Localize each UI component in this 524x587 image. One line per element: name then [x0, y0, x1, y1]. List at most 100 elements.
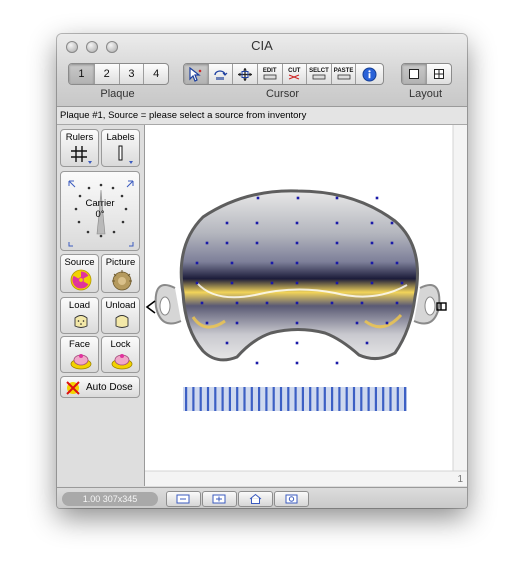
- labels-button[interactable]: Labels: [101, 129, 140, 167]
- cia-window: CIA 1 2 3 4 Plaque EDIT CUT SELCT PASTE …: [57, 34, 467, 508]
- seed-dot: [230, 281, 234, 285]
- load-label: Load: [68, 300, 91, 311]
- seed-dot: [330, 301, 334, 305]
- seed-dot: [335, 221, 339, 225]
- home-button[interactable]: [238, 491, 273, 507]
- seed-dot: [385, 321, 389, 325]
- ruler-tick: [323, 387, 326, 411]
- move-tool[interactable]: [233, 64, 258, 84]
- single-view-icon: [409, 69, 419, 79]
- zoom-info: 1.00 307x345: [62, 492, 158, 506]
- seed-dot: [370, 261, 374, 265]
- zoom-in-button[interactable]: [202, 491, 237, 507]
- seed-dot: [270, 281, 274, 285]
- seed-dot: [225, 341, 229, 345]
- lock-button[interactable]: Lock: [101, 336, 140, 373]
- ruler-tick: [214, 387, 217, 411]
- paste-tool[interactable]: PASTE: [332, 64, 357, 84]
- ruler-tick: [316, 387, 319, 411]
- plaque-selector: 1 2 3 4: [68, 63, 169, 85]
- rulers-button[interactable]: Rulers: [60, 129, 99, 167]
- plaque-canvas[interactable]: 1: [145, 125, 467, 486]
- radiation-icon: [70, 269, 92, 291]
- rulers-label: Rulers: [65, 132, 94, 143]
- ruler-tick: [389, 387, 392, 411]
- rotate-icon: [214, 69, 228, 80]
- edit-tool[interactable]: EDIT: [258, 64, 283, 84]
- seed-dot: [235, 321, 239, 325]
- ruler-tick: [243, 387, 246, 411]
- seed-dot: [375, 196, 379, 200]
- ruler-tick: [221, 387, 224, 411]
- horizontal-gutter: [145, 471, 467, 486]
- ruler-tick: [360, 387, 363, 411]
- seed-dot: [265, 301, 269, 305]
- plaque-tab-4[interactable]: 4: [144, 64, 168, 84]
- plaque-tab-1[interactable]: 1: [69, 64, 95, 84]
- scissors-icon: [289, 74, 300, 80]
- face-button[interactable]: Face: [60, 336, 99, 373]
- ruler-tick: [258, 387, 261, 411]
- pointer-tool[interactable]: [184, 64, 209, 84]
- home-icon: [249, 493, 262, 504]
- rotate-tool[interactable]: [209, 64, 234, 84]
- seed-dot: [370, 241, 374, 245]
- cursor-group-label: Cursor: [265, 88, 299, 100]
- plaque-mini-icon: [337, 74, 350, 80]
- fit-view-button[interactable]: [274, 491, 309, 507]
- seed-dot: [295, 341, 299, 345]
- unload-plaque-icon: [115, 315, 129, 328]
- seed-dot: [205, 241, 209, 245]
- zoom-out-button[interactable]: [166, 491, 201, 507]
- info-icon: [362, 67, 377, 81]
- lock-icon: [111, 354, 133, 370]
- seed-dot: [400, 281, 404, 285]
- seed-dot: [370, 221, 374, 225]
- auto-dose-button[interactable]: Auto Dose: [60, 376, 140, 398]
- zoom-out-icon: [176, 494, 190, 504]
- picture-button[interactable]: Picture: [101, 254, 140, 293]
- seed-dot: [335, 361, 339, 365]
- load-button[interactable]: Load: [60, 297, 99, 334]
- seed-dot: [295, 281, 299, 285]
- face-icon: [70, 354, 92, 370]
- lock-label: Lock: [110, 339, 131, 350]
- info-tool[interactable]: [356, 64, 383, 84]
- seed-dot: [295, 321, 299, 325]
- cursor-tools: EDIT CUT SELCT PASTE: [183, 63, 384, 85]
- ruler-tick: [367, 387, 370, 411]
- seed-dot: [295, 241, 299, 245]
- eye-picture-icon: [112, 270, 132, 291]
- ruler-tick: [250, 387, 253, 411]
- fit-view-icon: [285, 494, 298, 504]
- seed-dot: [256, 196, 260, 200]
- carrier-dial[interactable]: Carrier 0°: [60, 171, 140, 251]
- source-button[interactable]: Source: [60, 254, 99, 293]
- unload-button[interactable]: Unload: [101, 297, 140, 334]
- ruler-tick: [352, 387, 356, 411]
- seed-dot: [255, 241, 259, 245]
- ruler-strip: [183, 387, 407, 411]
- layout-single-button[interactable]: [402, 64, 427, 84]
- ruler-tick: [309, 387, 312, 411]
- zoom-in-icon: [212, 494, 226, 504]
- layout-selector: [401, 63, 452, 85]
- seed-dot: [335, 196, 339, 200]
- unload-label: Unload: [105, 300, 136, 311]
- pointer-icon: [189, 66, 202, 82]
- vertical-gutter: [453, 125, 467, 486]
- auto-dose-label: Auto Dose: [86, 382, 133, 393]
- page-number: 1: [457, 474, 463, 485]
- source-label: Source: [64, 257, 95, 268]
- plaque-tab-2[interactable]: 2: [95, 64, 120, 84]
- plaque-tab-3[interactable]: 3: [120, 64, 145, 84]
- layout-quad-button[interactable]: [427, 64, 451, 84]
- ruler-tick: [338, 387, 341, 411]
- cut-tool[interactable]: CUT: [283, 64, 308, 84]
- seed-dot: [335, 261, 339, 265]
- seed-dot: [295, 301, 299, 305]
- select-tool[interactable]: SELCT: [307, 64, 332, 84]
- sidebar: Rulers Labels Carrier 0° Source Picture …: [57, 125, 145, 486]
- ruler-tick: [185, 387, 188, 411]
- seed-dot: [255, 361, 259, 365]
